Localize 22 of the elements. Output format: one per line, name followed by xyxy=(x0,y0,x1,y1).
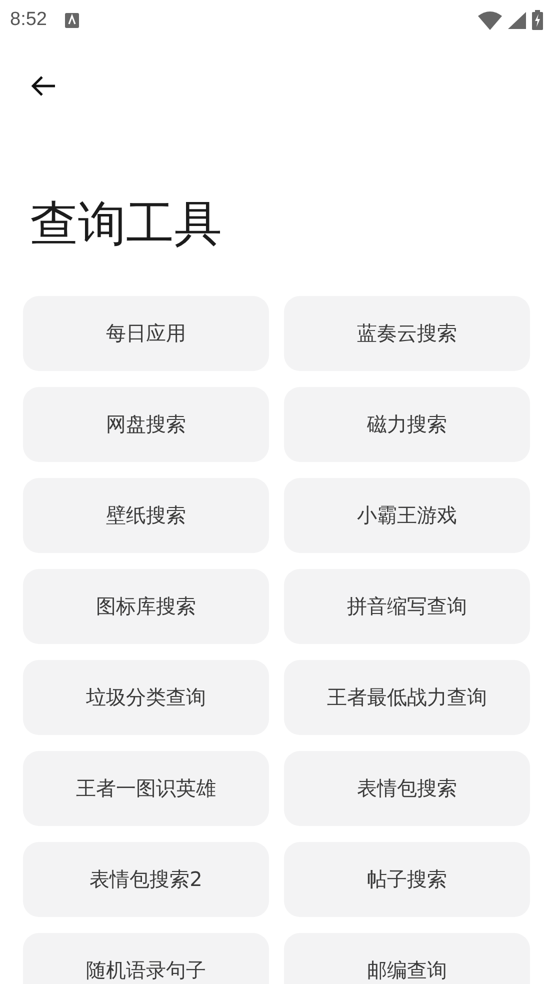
notification-icon xyxy=(64,12,79,28)
tool-button[interactable]: 随机语录句子 xyxy=(23,933,269,984)
signal-icon xyxy=(508,12,526,28)
tool-button[interactable]: 蓝奏云搜索 xyxy=(284,296,530,371)
tool-button[interactable]: 垃圾分类查询 xyxy=(23,660,269,735)
battery-icon xyxy=(532,10,543,30)
tool-button[interactable]: 表情包搜索2 xyxy=(23,842,269,917)
page-title: 查询工具 xyxy=(30,195,223,254)
tool-button[interactable]: 网盘搜索 xyxy=(23,387,269,462)
tool-button[interactable]: 每日应用 xyxy=(23,296,269,371)
wifi-icon xyxy=(478,10,502,30)
tool-button[interactable]: 图标库搜索 xyxy=(23,569,269,644)
tool-button[interactable]: 壁纸搜索 xyxy=(23,478,269,553)
tool-button[interactable]: 王者一图识英雄 xyxy=(23,751,269,826)
tool-button[interactable]: 磁力搜索 xyxy=(284,387,530,462)
tool-button[interactable]: 王者最低战力查询 xyxy=(284,660,530,735)
tool-button[interactable]: 拼音缩写查询 xyxy=(284,569,530,644)
tool-button[interactable]: 帖子搜索 xyxy=(284,842,530,917)
status-time: 8:52 xyxy=(10,9,47,31)
tool-button[interactable]: 邮编查询 xyxy=(284,933,530,984)
tool-button[interactable]: 表情包搜索 xyxy=(284,751,530,826)
tool-button[interactable]: 小霸王游戏 xyxy=(284,478,530,553)
